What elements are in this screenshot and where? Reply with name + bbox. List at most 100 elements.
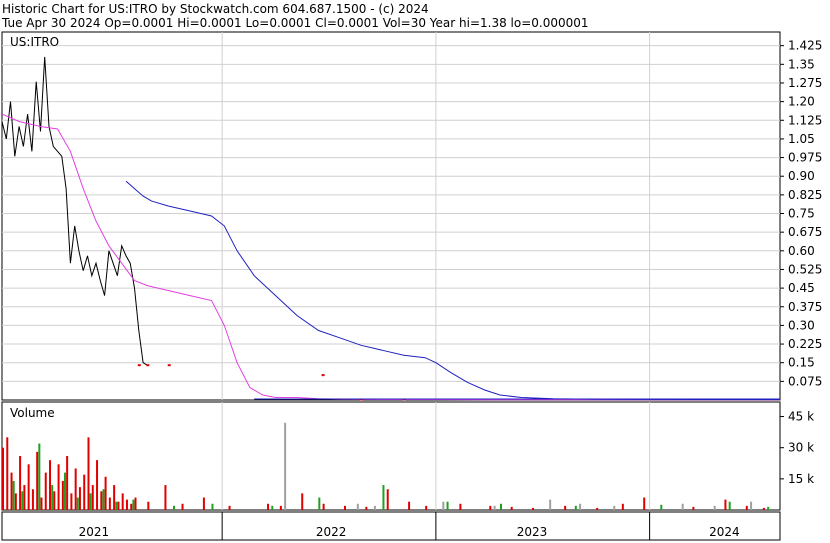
volume-bar-down xyxy=(459,503,462,510)
volume-bar-up xyxy=(89,493,92,510)
volume-bar-up xyxy=(115,501,118,510)
price-chart-title: US:ITRO xyxy=(10,35,59,49)
volume-bar-down xyxy=(121,493,124,510)
volume-bar-up xyxy=(767,506,770,510)
price-low-point xyxy=(321,374,325,377)
x-axis-strip xyxy=(1,511,781,541)
volume-bar-spike xyxy=(284,422,287,510)
volume-bar-down xyxy=(70,493,73,510)
volume-bar-down xyxy=(532,507,535,510)
volume-bar-down xyxy=(108,497,111,510)
volume-bar-down xyxy=(279,505,282,510)
volume-bar-down xyxy=(49,460,52,510)
volume-bar-spike xyxy=(373,505,376,510)
volume-bar-down xyxy=(96,460,99,510)
volume-bar-up xyxy=(446,501,449,510)
volume-bar-spike xyxy=(579,503,582,510)
volume-bar-down xyxy=(125,499,128,510)
price-tick-label: 0.75 xyxy=(788,207,815,221)
volume-bar-spike xyxy=(681,503,684,510)
volume-tick-label: 45 k xyxy=(788,410,814,424)
volume-bar-up xyxy=(51,485,54,510)
volume-bar-down xyxy=(564,505,567,510)
volume-tick-label: 30 k xyxy=(788,441,814,455)
volume-bar-up xyxy=(728,501,731,510)
volume-bar-down xyxy=(113,485,116,510)
volume-bar-down xyxy=(53,491,56,510)
volume-bar-spike xyxy=(493,505,496,510)
volume-bar-down xyxy=(14,493,17,510)
volume-bar-down xyxy=(100,491,103,510)
volume-bar-up xyxy=(500,503,503,510)
volume-bar-up xyxy=(38,443,41,510)
volume-bar-up xyxy=(76,497,79,510)
volume-bar-up xyxy=(660,504,663,510)
price-panel xyxy=(1,31,781,401)
volume-bar-up xyxy=(271,505,274,510)
volume-bar-down xyxy=(66,456,69,510)
volume-bar-down xyxy=(44,472,47,510)
volume-bar-up xyxy=(574,505,577,510)
price-tick-label: 1.20 xyxy=(788,95,815,109)
volume-bar-down xyxy=(134,497,137,510)
volume-bar-down xyxy=(510,506,513,510)
volume-bar-down xyxy=(643,497,646,510)
volume-bar-down xyxy=(91,485,94,510)
volume-bar-down xyxy=(301,493,304,510)
volume-bar-down xyxy=(57,464,60,510)
volume-bar-spike xyxy=(713,505,716,510)
volume-bar-down xyxy=(408,501,411,510)
price-tick-label: 0.375 xyxy=(788,300,822,314)
price-tick-label: 0.225 xyxy=(788,337,822,351)
volume-bar-down xyxy=(425,505,428,510)
volume-y-axis: 45 k 30 k 15 k xyxy=(780,410,814,486)
price-tick-label: 1.05 xyxy=(788,132,815,146)
price-tick-label: 0.60 xyxy=(788,244,815,258)
price-tick-label: 0.525 xyxy=(788,262,822,276)
price-tick-label: 1.125 xyxy=(788,113,822,127)
volume-bar-down xyxy=(202,497,205,510)
volume-bar-spike xyxy=(442,501,445,510)
volume-bar-down xyxy=(181,503,184,510)
volume-chart-title: Volume xyxy=(10,406,55,420)
volume-bar-up xyxy=(172,505,175,510)
volume-bar-down xyxy=(365,506,368,510)
price-low-point xyxy=(167,364,171,367)
volume-bar-spike xyxy=(356,503,359,510)
chart-canvas: 1.425 1.35 1.275 1.20 1.125 1.05 0.975 0.90 0.82… xyxy=(1,31,822,541)
price-tick-label: 0.075 xyxy=(788,374,822,388)
price-tick-label: 0.825 xyxy=(788,188,822,202)
volume-bar-down xyxy=(74,468,77,510)
volume-bar-up xyxy=(382,485,385,510)
volume-bar-down xyxy=(104,476,107,510)
volume-bar-down xyxy=(322,503,325,510)
volume-bar-down xyxy=(762,507,765,510)
volume-bar-down xyxy=(228,505,231,510)
price-low-point xyxy=(146,364,150,367)
price-low-point xyxy=(137,364,141,367)
volume-panel xyxy=(1,401,781,511)
price-tick-label: 0.675 xyxy=(788,225,822,239)
volume-bar-down xyxy=(621,503,624,510)
volume-bar-down xyxy=(19,456,22,510)
volume-bar-spike xyxy=(750,501,753,510)
price-tick-label: 0.45 xyxy=(788,281,815,295)
volume-bar-down xyxy=(147,501,150,510)
volume-bar-up xyxy=(132,499,135,510)
x-tick-label: 2024 xyxy=(709,525,740,539)
volume-bar-up xyxy=(63,472,66,510)
price-y-axis: 1.425 1.35 1.275 1.20 1.125 1.05 0.975 0.90 0.82… xyxy=(780,39,822,388)
volume-bar-down xyxy=(724,499,727,510)
x-tick-label: 2021 xyxy=(79,525,110,539)
volume-bar-up xyxy=(102,489,105,510)
volume-bar-down xyxy=(745,505,748,510)
volume-bar-down xyxy=(36,451,39,510)
volume-bar-down xyxy=(23,485,26,510)
price-tick-label: 0.975 xyxy=(788,151,822,165)
volume-bar-down xyxy=(130,503,133,510)
volume-bar-down xyxy=(386,489,389,510)
volume-bar-down xyxy=(40,497,43,510)
volume-bar-down xyxy=(10,472,13,510)
price-tick-label: 0.15 xyxy=(788,356,815,370)
price-tick-label: 1.425 xyxy=(788,39,822,53)
